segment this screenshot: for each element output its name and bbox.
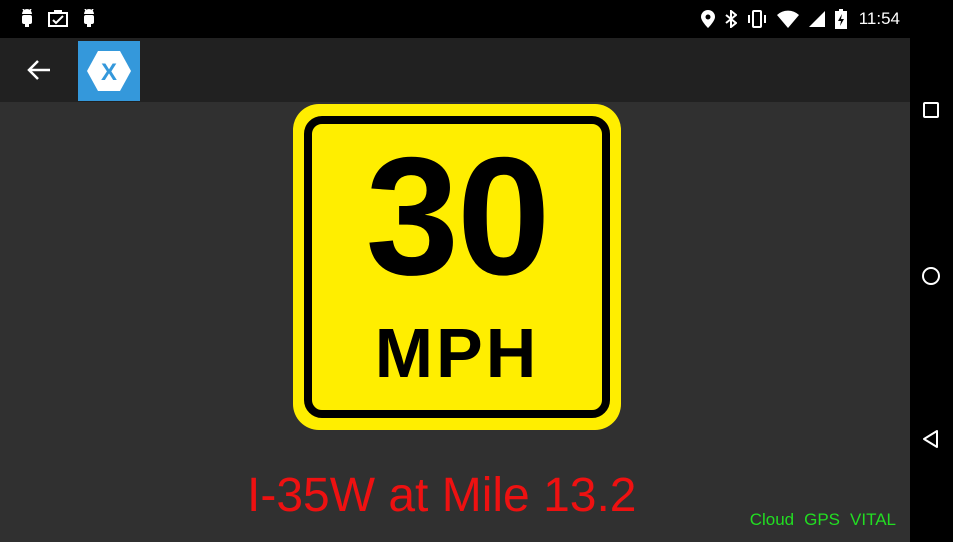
android-debug-icon [22, 9, 32, 27]
logo-letter: X [101, 59, 117, 86]
home-icon[interactable] [920, 265, 942, 287]
location-label: I-35W at Mile 13.2 [247, 469, 637, 522]
status-bar: 11:54 [0, 0, 910, 38]
arrow-left-icon[interactable] [26, 58, 52, 82]
screenshot-icon [48, 10, 68, 27]
navigation-bar [910, 0, 953, 542]
xamarin-logo-icon: X [87, 51, 131, 91]
back-icon[interactable] [920, 428, 942, 450]
vibrate-icon [747, 10, 766, 28]
app-bar: X [0, 38, 910, 102]
app-logo: X [78, 41, 140, 101]
location-icon [700, 10, 715, 28]
speed-limit-value: 30 [365, 122, 551, 310]
wifi-icon [776, 10, 799, 28]
speed-limit-unit: MPH [374, 314, 540, 392]
recent-apps-icon[interactable] [920, 99, 942, 121]
main-content: 30 MPH I-35W at Mile 13.2 Cloud GPS VITA… [0, 102, 910, 542]
bluetooth-icon [725, 10, 737, 28]
system-status-icons: 11:54 [700, 9, 900, 29]
indicator-gps: GPS [804, 510, 841, 529]
indicator-cloud: Cloud [749, 510, 795, 529]
signal-icon [808, 11, 825, 27]
android-debug-icon [84, 9, 94, 27]
speed-limit-sign: 30 MPH [293, 104, 621, 430]
clock: 11:54 [858, 9, 900, 28]
indicator-vital: VITAL [850, 510, 896, 529]
connection-indicators: Cloud GPS VITAL [750, 510, 896, 530]
notification-icons [20, 9, 96, 27]
battery-charging-icon [834, 9, 847, 29]
